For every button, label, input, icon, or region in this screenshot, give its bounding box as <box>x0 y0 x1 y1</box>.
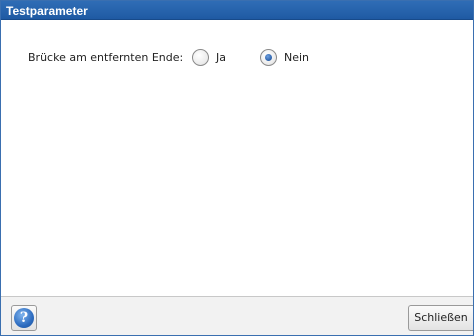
radio-nein-button[interactable] <box>260 49 277 66</box>
radio-ja-button[interactable] <box>192 49 209 66</box>
title-bar: Testparameter <box>1 1 473 20</box>
dialog-content: Brücke am entfernten Ende: Ja Nein <box>1 21 473 295</box>
radio-option-nein[interactable]: Nein <box>260 49 309 66</box>
testparameter-dialog: Testparameter Brücke am entfernten Ende:… <box>0 0 474 336</box>
radio-ja-label: Ja <box>216 51 226 64</box>
far-end-bridge-label: Brücke am entfernten Ende: <box>28 51 184 64</box>
radio-option-ja[interactable]: Ja <box>192 49 226 66</box>
help-icon: ? <box>14 308 34 328</box>
close-button[interactable]: Schließen <box>408 305 473 331</box>
radio-nein-label: Nein <box>284 51 310 64</box>
dialog-title: Testparameter <box>6 4 88 18</box>
help-button[interactable]: ? <box>11 305 37 331</box>
dialog-footer: ? Schließen <box>1 296 473 335</box>
